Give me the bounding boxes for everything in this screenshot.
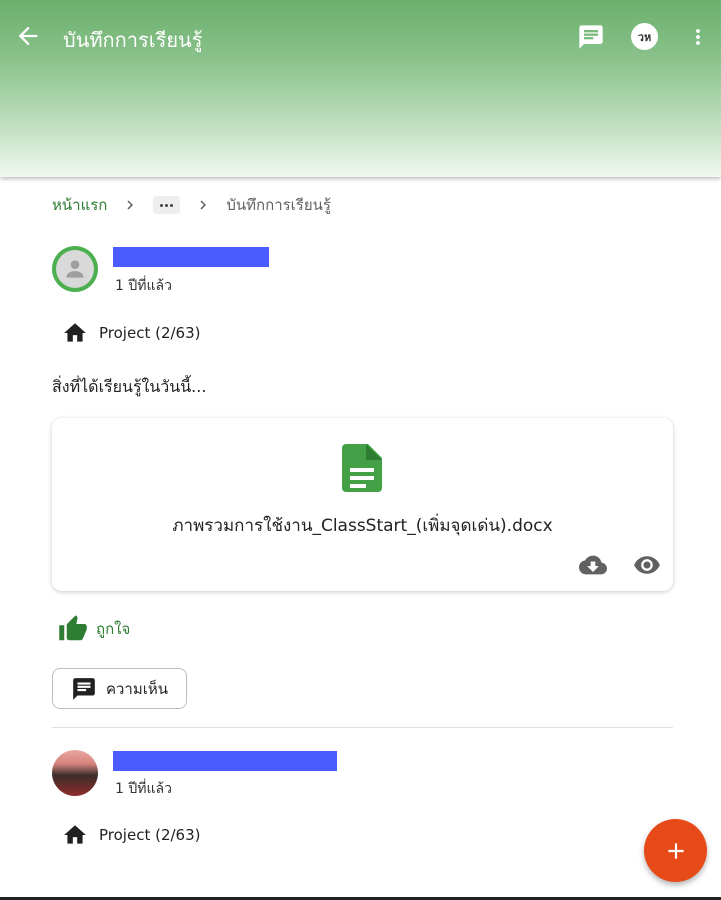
app-bar: บันทึกการเรียนรู้ วห [0,0,721,177]
home-icon [64,825,86,844]
home-icon [64,323,86,342]
project-label: Project (2/63) [99,826,201,844]
avatar[interactable] [52,246,98,292]
page-title: บันทึกการเรียนรู้ [63,28,203,52]
plus-icon [667,842,684,859]
cloud-download-icon[interactable] [578,551,608,579]
add-post-button[interactable] [644,819,707,882]
breadcrumb-current: บันทึกการเรียนรู้ [226,196,331,214]
project-link[interactable]: Project (2/63) [62,822,200,848]
breadcrumb: หน้าแรก บันทึกการเรียนรู้ [52,193,331,217]
post-time: 1 ปีที่แล้ว [115,278,172,294]
post-divider [52,727,673,728]
project-label: Project (2/63) [99,324,201,342]
person-icon [66,260,84,278]
post-text: สิ่งที่ได้เรียนรู้ในวันนี้... [52,377,207,396]
post-time: 1 ปีที่แล้ว [115,781,172,797]
comment-label: ความเห็น [105,679,169,698]
avatar[interactable] [52,750,98,796]
like-button[interactable]: ถูกใจ [58,614,130,644]
comment-icon [73,677,95,700]
project-link[interactable]: Project (2/63) [62,320,200,346]
redacted-author-name[interactable] [113,751,337,771]
breadcrumb-ellipsis-button[interactable] [153,196,181,214]
document-icon [342,444,382,492]
eye-icon[interactable] [632,551,662,579]
chevron-right-icon [200,200,207,210]
redacted-author-name[interactable] [113,247,269,267]
comment-button[interactable]: ความเห็น [52,668,187,709]
attachment-filename: ภาพรวมการใช้งาน_ClassStart_(เพิ่มจุดเด่น… [172,516,553,536]
back-arrow-icon[interactable] [14,22,42,50]
attachment-card[interactable]: ภาพรวมการใช้งาน_ClassStart_(เพิ่มจุดเด่น… [52,418,673,591]
more-vert-icon[interactable] [686,23,710,51]
breadcrumb-home-link[interactable]: หน้าแรก [52,193,107,217]
user-avatar-button[interactable]: วห [631,23,658,50]
chat-icon[interactable] [577,23,605,51]
chevron-right-icon [127,200,134,210]
thumb-up-icon [59,615,87,641]
like-label: ถูกใจ [96,620,131,638]
